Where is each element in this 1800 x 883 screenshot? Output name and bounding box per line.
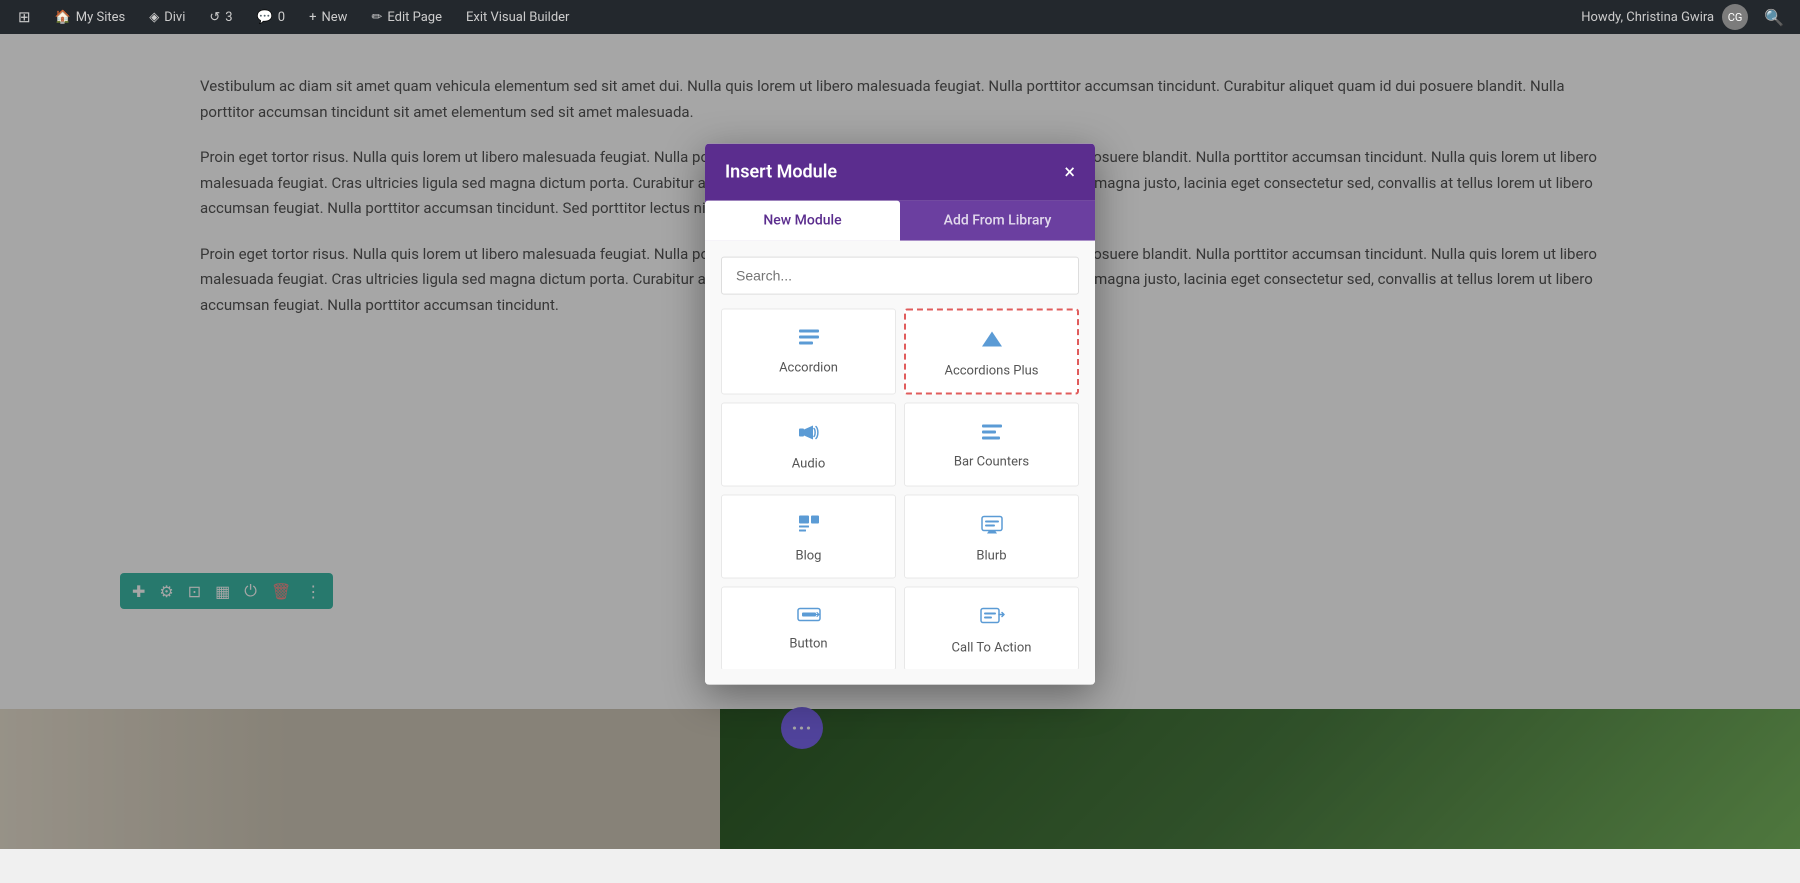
audio-label: Audio	[792, 456, 825, 471]
button-label: Button	[789, 636, 827, 651]
nav-exit-vb[interactable]: Exit Visual Builder	[456, 0, 579, 34]
call-to-action-label: Call To Action	[952, 640, 1032, 655]
modal-title: Insert Module	[725, 161, 837, 182]
module-bar-counters[interactable]: Bar Counters	[904, 402, 1079, 486]
module-button[interactable]: Button	[721, 586, 896, 668]
blurb-label: Blurb	[976, 548, 1006, 563]
avatar[interactable]: CG	[1722, 4, 1748, 30]
nav-divi[interactable]: ◈ Divi	[139, 0, 195, 34]
blog-icon	[797, 513, 821, 540]
comments-icon: 💬	[257, 10, 273, 25]
modal-header: Insert Module ×	[705, 143, 1095, 200]
accordion-icon	[797, 327, 821, 352]
user-greeting: Howdy, Christina Gwira	[1581, 10, 1714, 25]
nav-my-sites[interactable]: 🏠 My Sites	[45, 0, 136, 34]
divi-icon: ◈	[149, 10, 159, 25]
my-sites-icon: 🏠	[55, 10, 71, 25]
divi-label: Divi	[164, 10, 185, 25]
nav-comments[interactable]: 💬 0	[247, 0, 296, 34]
module-accordion[interactable]: Accordion	[721, 308, 896, 394]
insert-module-modal: Insert Module × New Module Add From Libr…	[705, 143, 1095, 684]
module-search-input[interactable]	[721, 256, 1079, 294]
bar-counters-icon	[980, 421, 1004, 446]
wordpress-icon: ⊞	[18, 8, 31, 26]
edit-page-label: Edit Page	[387, 10, 442, 25]
modules-scroll-area: Accordion Accordions Plus	[721, 308, 1079, 668]
new-icon: +	[309, 10, 316, 25]
top-navbar: ⊞ 🏠 My Sites ◈ Divi ↺ 3 💬 0 + New ✏ Edit…	[0, 0, 1800, 34]
button-icon	[796, 605, 822, 628]
tab-add-from-library[interactable]: Add From Library	[900, 200, 1095, 240]
search-icon[interactable]: 🔍	[1756, 8, 1792, 27]
module-audio[interactable]: Audio	[721, 402, 896, 486]
wordpress-logo[interactable]: ⊞	[8, 0, 41, 34]
revisions-icon: ↺	[209, 10, 220, 25]
nav-new[interactable]: + New	[299, 0, 357, 34]
blurb-icon	[980, 513, 1004, 540]
module-accordions-plus[interactable]: Accordions Plus	[904, 308, 1079, 394]
exit-vb-label: Exit Visual Builder	[466, 10, 569, 25]
modal-tabs: New Module Add From Library	[705, 200, 1095, 240]
edit-icon: ✏	[371, 10, 382, 25]
my-sites-label: My Sites	[76, 10, 125, 25]
modules-grid: Accordion Accordions Plus	[721, 308, 1079, 668]
new-label: New	[322, 10, 348, 25]
accordions-plus-icon	[980, 328, 1004, 355]
tab-new-module[interactable]: New Module	[705, 200, 900, 240]
modal-close-button[interactable]: ×	[1064, 162, 1075, 182]
module-call-to-action[interactable]: Call To Action	[904, 586, 1079, 668]
right-nav-area: Howdy, Christina Gwira CG 🔍	[1581, 4, 1792, 30]
accordions-plus-label: Accordions Plus	[944, 363, 1038, 378]
revisions-count: 3	[225, 10, 232, 25]
bar-counters-label: Bar Counters	[954, 454, 1029, 469]
module-blurb[interactable]: Blurb	[904, 494, 1079, 578]
module-blog[interactable]: Blog	[721, 494, 896, 578]
audio-icon	[797, 421, 821, 448]
comments-count: 0	[278, 10, 285, 25]
call-to-action-icon	[979, 605, 1005, 632]
blog-label: Blog	[796, 548, 822, 563]
accordion-label: Accordion	[779, 360, 838, 375]
modal-body: Accordion Accordions Plus	[705, 240, 1095, 684]
nav-revisions[interactable]: ↺ 3	[199, 0, 242, 34]
nav-edit-page[interactable]: ✏ Edit Page	[361, 0, 452, 34]
